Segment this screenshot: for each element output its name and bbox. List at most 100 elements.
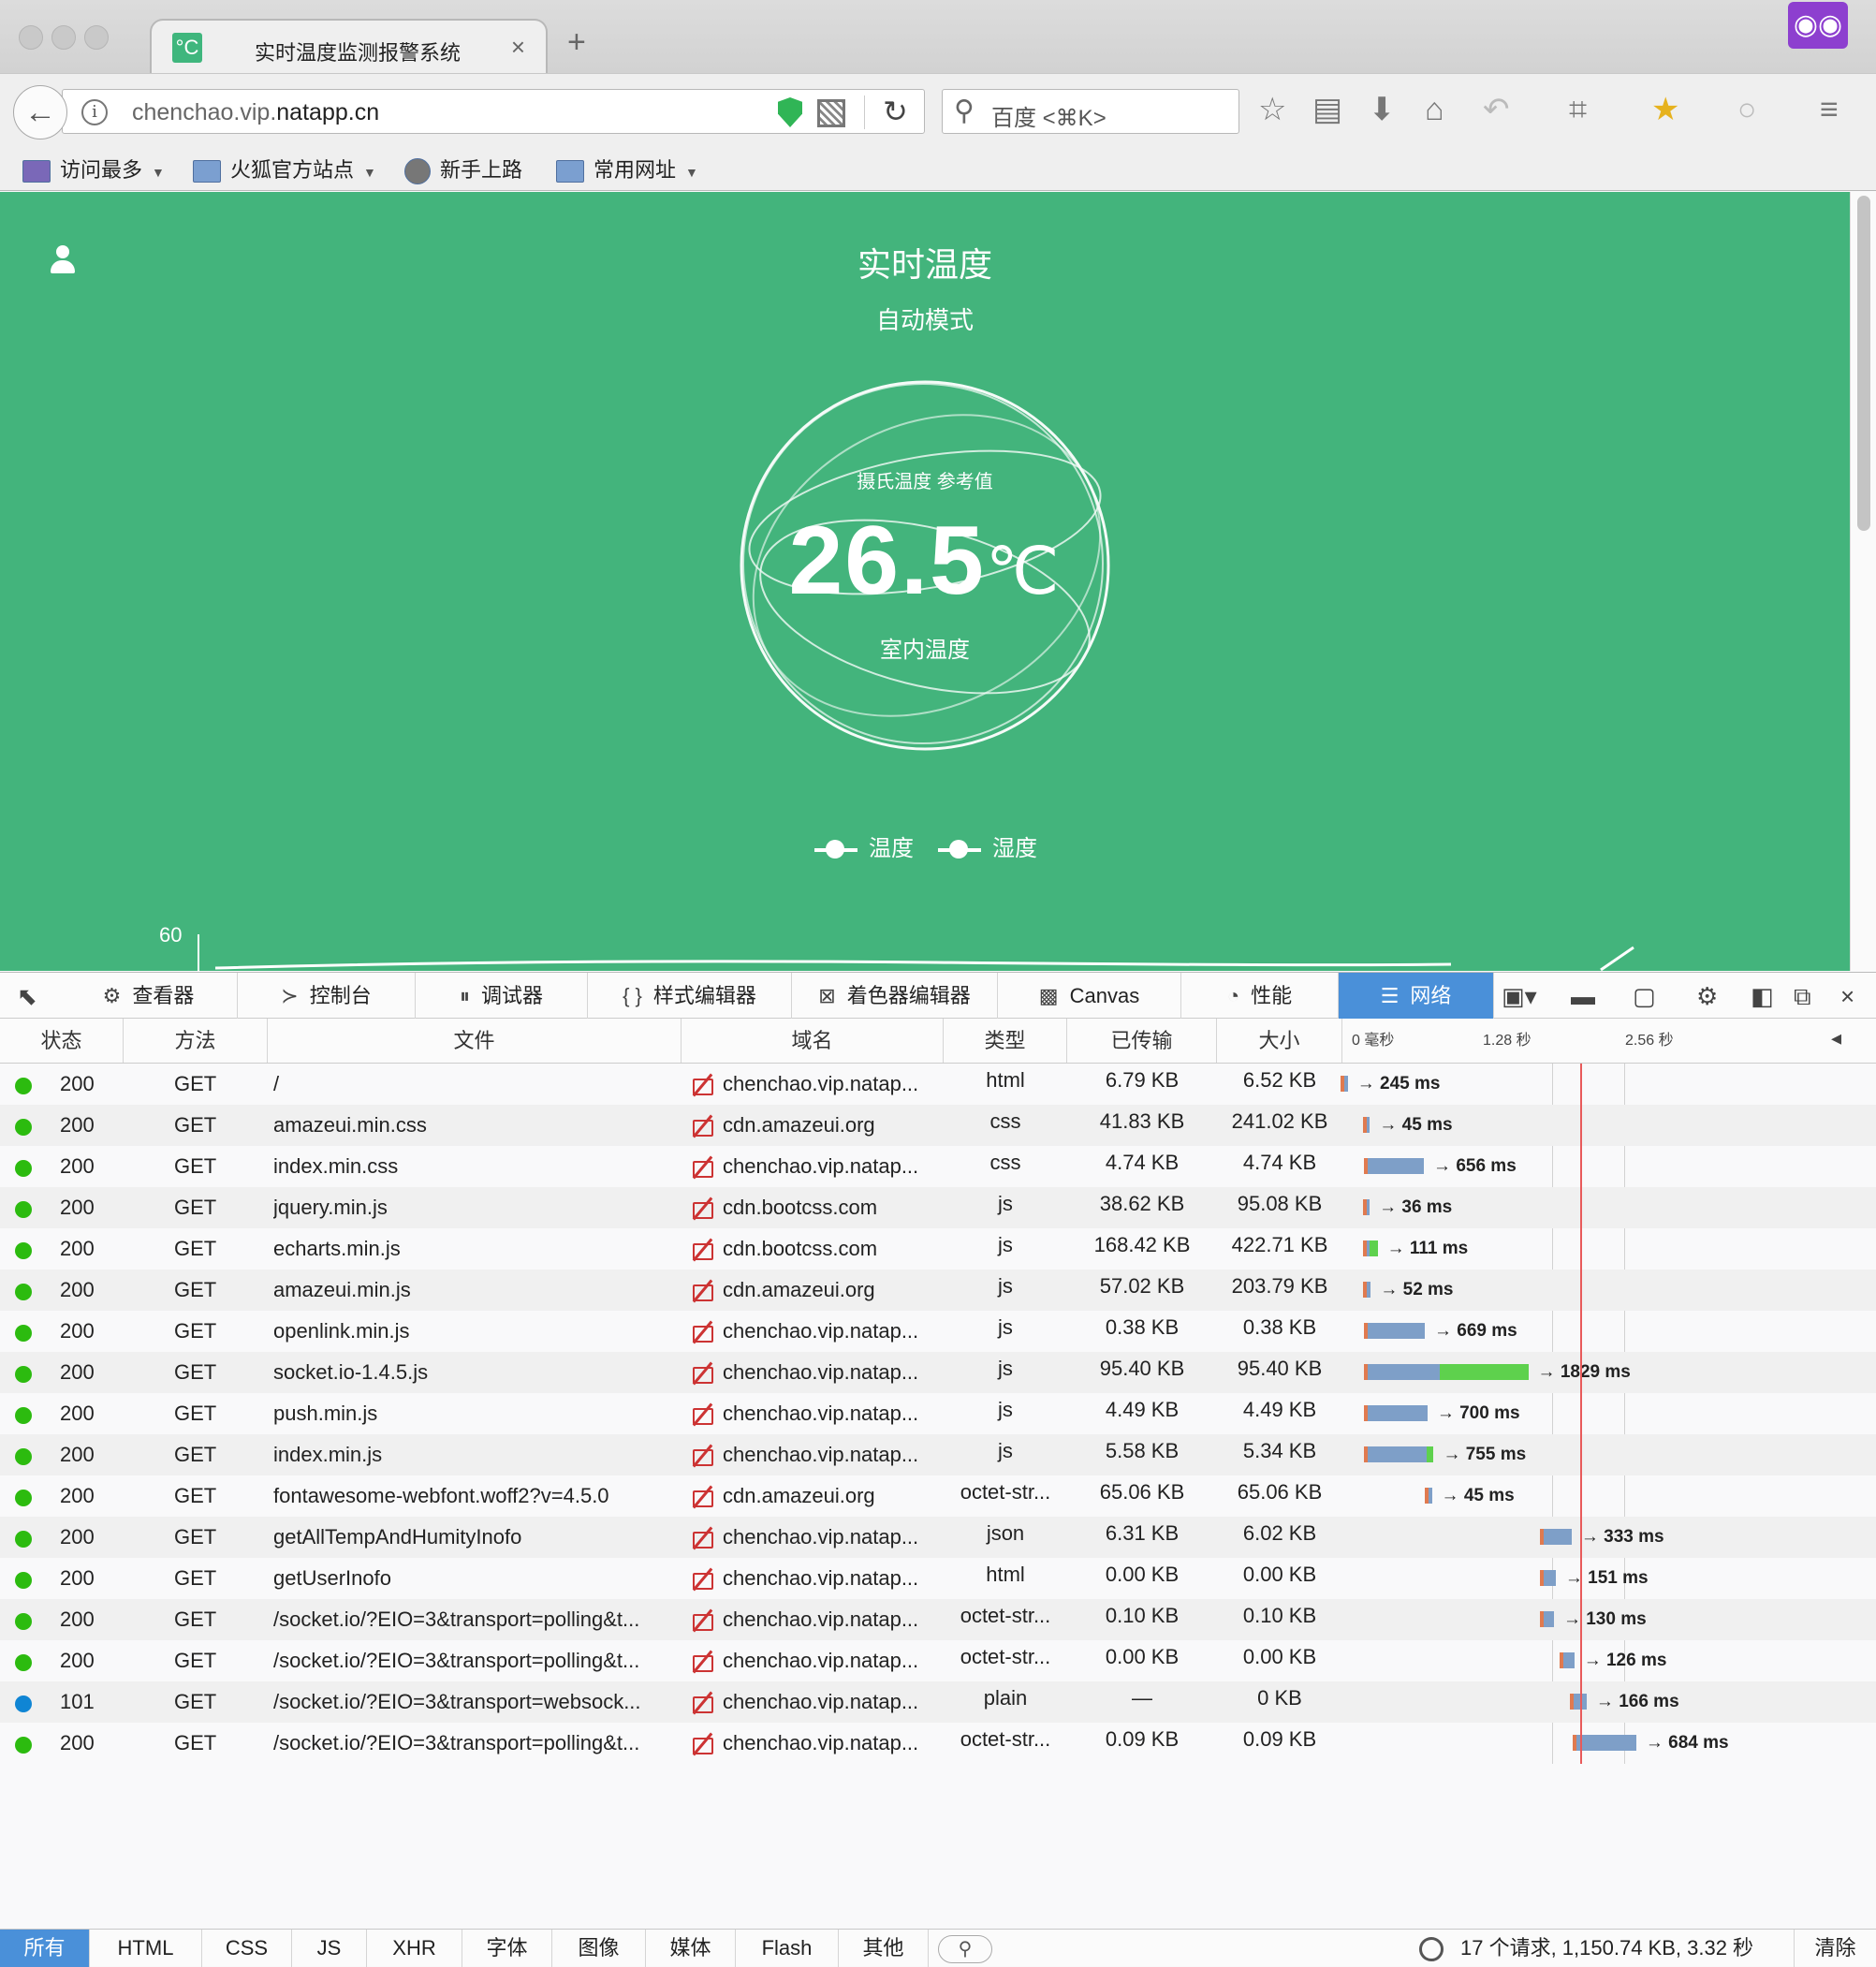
bookmark-most-visited[interactable]: 访问最多 ▼ bbox=[22, 155, 165, 187]
table-row[interactable]: 200 GET/socket.io/?EIO=3&transport=pollin… bbox=[0, 1640, 1876, 1681]
home-icon[interactable]: ⌂ bbox=[1425, 91, 1444, 128]
table-row[interactable]: 101 GET/socket.io/?EIO=3&transport=websoc… bbox=[0, 1681, 1876, 1723]
table-row[interactable]: 200 GET getAllTempAndHumityInofo chenchao.v… bbox=[0, 1517, 1876, 1558]
qr-code-icon[interactable] bbox=[817, 99, 845, 127]
tab-inspector[interactable]: ⚙ 查看器 bbox=[60, 973, 238, 1019]
menu-hamburger-icon[interactable]: ≡ bbox=[1820, 91, 1839, 128]
bookmark-common-sites[interactable]: 常用网址 ▼ bbox=[556, 155, 698, 187]
column-domain[interactable]: 域名 bbox=[682, 1019, 944, 1063]
filter-media[interactable]: 媒体 bbox=[646, 1930, 736, 1967]
bookmark-firefox-sites[interactable]: 火狐官方站点 ▼ bbox=[193, 155, 376, 187]
insecure-lock-icon bbox=[691, 1485, 713, 1507]
page-scrollbar[interactable] bbox=[1850, 192, 1876, 971]
scrollbar-thumb[interactable] bbox=[1857, 196, 1870, 531]
filter-all[interactable]: 所有 bbox=[0, 1930, 90, 1967]
pick-element-icon[interactable]: ⬉ bbox=[17, 980, 37, 1012]
column-size[interactable]: 大小 bbox=[1217, 1019, 1342, 1063]
filter-xhr[interactable]: XHR bbox=[367, 1930, 462, 1967]
table-row[interactable]: 200 GET amazeui.min.js cdn.amazeui.org js 57.… bbox=[0, 1270, 1876, 1311]
status-dot-icon bbox=[15, 1407, 32, 1424]
reload-icon[interactable]: ↻ bbox=[883, 94, 908, 129]
table-row[interactable]: 200 GET/socket.io/?EIO=3&transport=pollin… bbox=[0, 1723, 1876, 1764]
column-transferred[interactable]: 已传输 bbox=[1067, 1019, 1217, 1063]
undock-window-icon[interactable]: ⧉ bbox=[1794, 980, 1811, 1012]
table-row[interactable]: 200 GET index.min.js chenchao.vip.natap... j… bbox=[0, 1434, 1876, 1475]
table-row[interactable]: 200 GET index.min.css chenchao.vip.natap...… bbox=[0, 1146, 1876, 1187]
window-zoom-button[interactable] bbox=[84, 25, 109, 50]
tab-shader-editor[interactable]: ⊠ 着色器编辑器 bbox=[792, 973, 998, 1019]
table-row[interactable]: 200 GET getUserInofo chenchao.vip.natap... h… bbox=[0, 1558, 1876, 1599]
new-tab-button[interactable]: + bbox=[567, 26, 586, 58]
table-row[interactable]: 200 GET openlink.min.js chenchao.vip.natap.… bbox=[0, 1311, 1876, 1352]
column-method[interactable]: 方法 bbox=[124, 1019, 268, 1063]
chat-bubble-icon[interactable]: ○ bbox=[1737, 91, 1757, 128]
tab-close-icon[interactable]: × bbox=[511, 33, 525, 62]
url-bar[interactable]: i chenchao.vip.natapp.cn ↻ bbox=[62, 89, 925, 134]
filter-other[interactable]: 其他 bbox=[839, 1930, 929, 1967]
bookmark-star-icon[interactable]: ☆ bbox=[1258, 91, 1286, 128]
responsive-design-icon[interactable]: ▢ bbox=[1633, 980, 1656, 1012]
table-row[interactable]: 200 GET amazeui.min.css cdn.amazeui.org css 4… bbox=[0, 1105, 1876, 1146]
filter-css[interactable]: CSS bbox=[202, 1930, 292, 1967]
table-row[interactable]: 200 GET push.min.js chenchao.vip.natap... js… bbox=[0, 1393, 1876, 1434]
reading-list-icon[interactable]: ▤ bbox=[1312, 91, 1342, 128]
legend-humidity[interactable]: 湿度 bbox=[938, 833, 1037, 865]
window-minimize-button[interactable] bbox=[51, 25, 76, 50]
timing-label: → 52 ms bbox=[1380, 1280, 1454, 1299]
cell-type: html bbox=[986, 1563, 1025, 1586]
download-icon[interactable]: ⬇ bbox=[1369, 91, 1396, 128]
dock-side-icon[interactable]: ◧ bbox=[1751, 980, 1774, 1012]
filter-fonts[interactable]: 字体 bbox=[462, 1930, 552, 1967]
bookmark-getting-started[interactable]: 新手上路 bbox=[404, 155, 522, 185]
filter-html[interactable]: HTML bbox=[90, 1930, 202, 1967]
cell-transferred: 65.06 KB bbox=[1099, 1480, 1185, 1504]
search-bar[interactable]: ⚲ 百度 <⌘K> bbox=[942, 89, 1239, 134]
status-dot-icon bbox=[15, 1737, 32, 1754]
timeline-tick: 2.56 秒 bbox=[1625, 1033, 1674, 1049]
tab-style-editor[interactable]: { } 样式编辑器 bbox=[588, 973, 792, 1019]
filter-flash[interactable]: Flash bbox=[736, 1930, 839, 1967]
tab-performance[interactable]: ◔ 性能 bbox=[1181, 973, 1339, 1019]
cell-status: 200 bbox=[60, 1443, 95, 1466]
table-row[interactable]: 200 GET/socket.io/?EIO=3&transport=pollin… bbox=[0, 1599, 1876, 1640]
site-info-icon[interactable]: i bbox=[81, 99, 108, 125]
filter-js[interactable]: JS bbox=[292, 1930, 367, 1967]
url-text[interactable]: chenchao.vip.natapp.cn bbox=[132, 99, 379, 126]
table-row[interactable]: 200 GET fontawesome-webfont.woff2?v=4.5.0 c… bbox=[0, 1475, 1876, 1517]
table-row[interactable]: 200 GET / chenchao.vip.natap... html 6.79 KB 6… bbox=[0, 1064, 1876, 1105]
browser-tab[interactable]: °C 实时温度监测报警系统 × bbox=[150, 19, 548, 75]
split-console-icon[interactable]: ▬ bbox=[1571, 980, 1595, 1012]
column-status[interactable]: 状态 bbox=[0, 1019, 124, 1063]
column-file[interactable]: 文件 bbox=[268, 1019, 682, 1063]
cell-domain: chenchao.vip.natap... bbox=[723, 1319, 919, 1343]
tab-network[interactable]: ☰ 网络 bbox=[1339, 973, 1494, 1019]
timing-label: → 245 ms bbox=[1356, 1074, 1441, 1094]
table-row[interactable]: 200 GET socket.io-1.4.5.js chenchao.vip.nat… bbox=[0, 1352, 1876, 1393]
sidebar-toggle-icon[interactable]: ◂ bbox=[1831, 1022, 1841, 1054]
window-close-button[interactable] bbox=[19, 25, 43, 50]
insecure-lock-icon bbox=[691, 1279, 713, 1301]
load-event-marker bbox=[1580, 1064, 1582, 1764]
table-row[interactable]: 200 GET echarts.min.js cdn.bootcss.com js 168… bbox=[0, 1228, 1876, 1270]
undo-icon[interactable]: ↶ bbox=[1483, 91, 1510, 128]
tab-debugger[interactable]: ⏸ 调试器 bbox=[416, 973, 588, 1019]
shield-icon[interactable] bbox=[778, 97, 802, 127]
close-devtools-icon[interactable]: × bbox=[1840, 980, 1854, 1012]
tab-canvas[interactable]: ▩ Canvas bbox=[998, 973, 1181, 1019]
extension-star-icon[interactable]: ★ bbox=[1651, 91, 1679, 128]
layout-toggle-icon[interactable]: ▣▾ bbox=[1502, 980, 1537, 1012]
column-type[interactable]: 类型 bbox=[944, 1019, 1067, 1063]
clear-button[interactable]: 清除 bbox=[1794, 1930, 1876, 1967]
tab-console[interactable]: ≻ 控制台 bbox=[238, 973, 416, 1019]
cell-transferred: 5.58 KB bbox=[1105, 1439, 1180, 1462]
table-row[interactable]: 200 GET jquery.min.js cdn.bootcss.com js 38.6… bbox=[0, 1187, 1876, 1228]
filter-images[interactable]: 图像 bbox=[552, 1930, 646, 1967]
settings-gear-icon[interactable]: ⚙ bbox=[1696, 980, 1718, 1012]
back-button[interactable]: ← bbox=[13, 85, 67, 139]
temperature-gauge: 摄氏温度 参考值 26.5℃ 室内温度 bbox=[730, 373, 1120, 758]
cell-domain: chenchao.vip.natap... bbox=[723, 1072, 919, 1095]
cell-file: amazeui.min.js bbox=[273, 1278, 411, 1301]
legend-temperature[interactable]: 温度 bbox=[814, 833, 914, 865]
filter-search-icon[interactable]: ⚲ bbox=[938, 1935, 992, 1963]
screenshot-crop-icon[interactable]: ⌗ bbox=[1569, 91, 1587, 128]
